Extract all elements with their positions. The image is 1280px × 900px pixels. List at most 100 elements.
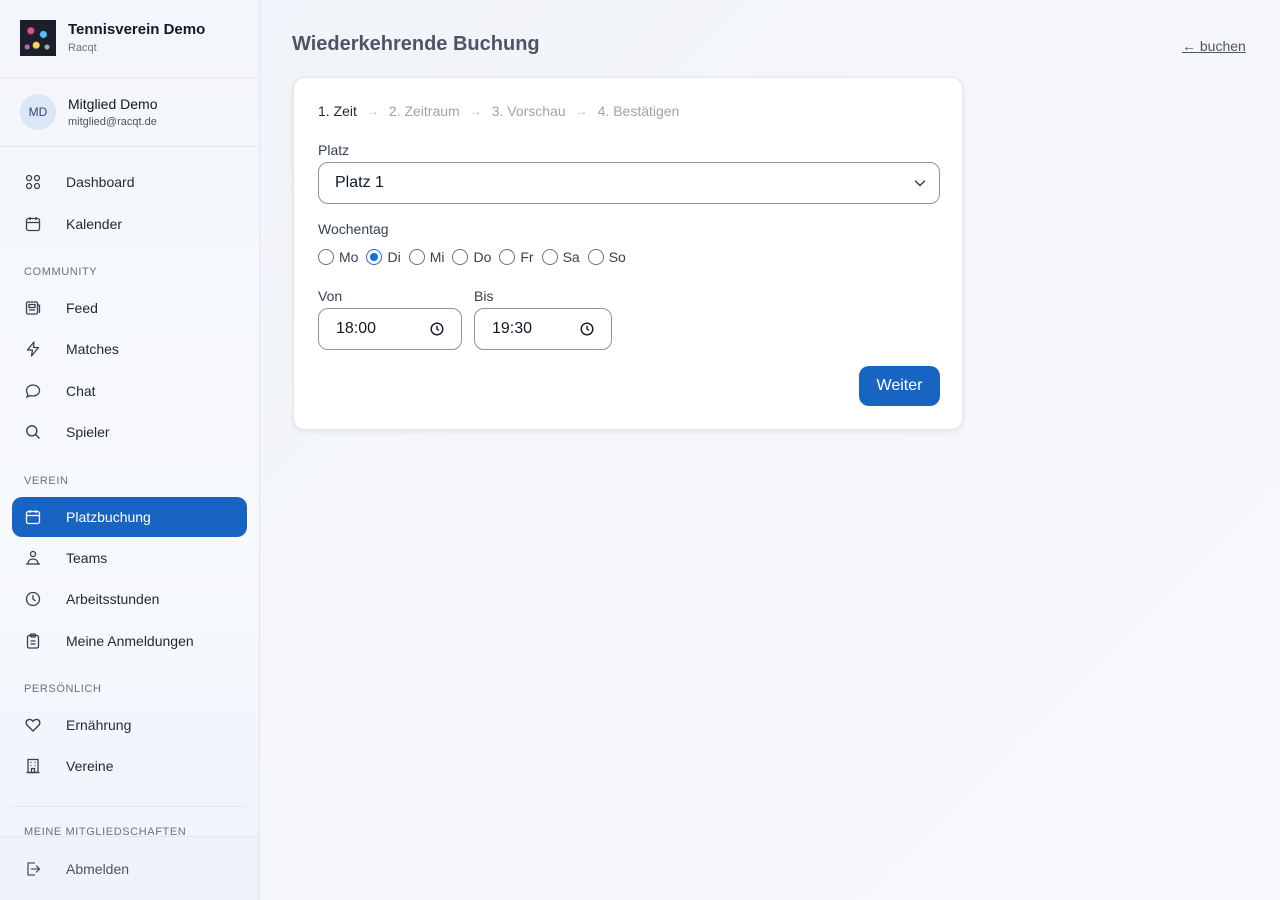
sidebar-item-label: Platzbuchung — [66, 509, 151, 525]
section-label-community: COMMUNITY — [24, 266, 98, 278]
sidebar-item-registrations[interactable]: Meine Anmeldungen — [12, 621, 247, 661]
sidebar-item-players[interactable]: Spieler — [12, 412, 247, 452]
radio-button[interactable] — [587, 249, 604, 265]
weekday-option-label: Sa — [562, 249, 580, 265]
radio-button[interactable] — [318, 249, 334, 265]
radio-button[interactable] — [366, 249, 383, 265]
team-icon — [24, 549, 42, 567]
sidebar-item-label: Spieler — [66, 424, 110, 440]
weekday-option-label: Mo — [339, 249, 359, 265]
sidebar-item-label: Vereine — [66, 758, 114, 774]
weekday-option-label: So — [608, 249, 626, 265]
logout-area: Abmelden — [0, 836, 259, 900]
user-email: mitglied@racqt.de — [68, 116, 157, 128]
back-to-booking-link[interactable]: ← buchen — [1182, 38, 1246, 54]
weekday-option-so[interactable]: So — [587, 249, 626, 265]
search-icon — [24, 423, 42, 441]
weekday-option-mi[interactable]: Mi — [408, 249, 445, 265]
section-label-club: VEREIN — [24, 475, 69, 487]
weekday-option-do[interactable]: Do — [452, 249, 491, 265]
weekday-option-fr[interactable]: Fr — [499, 249, 534, 265]
sidebar-item-label: Dashboard — [66, 174, 135, 190]
next-button[interactable]: Weiter — [859, 366, 940, 406]
sidebar-item-label: Meine Anmeldungen — [66, 633, 194, 649]
sidebar-item-court-booking[interactable]: Platzbuchung — [12, 497, 247, 537]
weekday-option-sa[interactable]: Sa — [541, 249, 580, 265]
building-icon — [24, 757, 42, 775]
arrow-right-icon: → — [366, 104, 379, 118]
page-title: Wiederkehrende Buchung — [292, 33, 540, 55]
to-label: Bis — [474, 288, 494, 304]
weekday-radio-group: Mo Di Mi Do Fr Sa So — [318, 249, 634, 265]
radio-button[interactable] — [541, 249, 558, 265]
sidebar-item-label: Teams — [66, 550, 108, 566]
from-time-value: 18:00 — [336, 320, 377, 337]
weekday-label: Wochentag — [318, 221, 389, 237]
clock-icon — [24, 590, 42, 608]
weekday-option-label: Di — [387, 249, 401, 265]
calendar-icon — [24, 508, 42, 526]
weekday-option-di[interactable]: Di — [366, 249, 401, 265]
sidebar-item-label: Arbeitsstunden — [66, 591, 160, 607]
weekday-option-label: Mi — [429, 249, 445, 265]
sidebar-item-label: Abmelden — [66, 861, 130, 877]
club-logo — [20, 20, 56, 56]
weekday-option-label: Fr — [520, 249, 534, 265]
heart-icon — [24, 716, 42, 734]
user-profile[interactable]: MD Mitglied Demo mitglied@racqt.de — [0, 78, 259, 147]
user-name: Mitglied Demo — [68, 96, 158, 112]
avatar: MD — [20, 94, 56, 130]
court-select[interactable]: Platz 1 — [318, 162, 940, 204]
logout-button[interactable]: Abmelden — [12, 849, 247, 889]
chevron-down-icon — [913, 176, 927, 195]
divider — [12, 806, 246, 807]
sidebar-item-chat[interactable]: Chat — [12, 371, 247, 411]
to-time-value: 19:30 — [492, 320, 533, 337]
weekday-option-label: Do — [473, 249, 492, 265]
club-name: Tennisverein Demo — [68, 21, 206, 38]
from-time-input[interactable]: 18:00 — [318, 308, 462, 350]
sidebar-item-label: Ernährung — [66, 717, 132, 733]
step-time: 1. Zeit — [318, 103, 357, 119]
lightning-icon — [24, 340, 42, 358]
clock-icon[interactable] — [580, 322, 594, 341]
sidebar-item-label: Chat — [66, 383, 96, 399]
to-time-input[interactable]: 19:30 — [474, 308, 612, 350]
logout-icon — [24, 860, 42, 878]
radio-button[interactable] — [452, 249, 469, 265]
sidebar-item-label: Kalender — [66, 216, 123, 232]
from-label: Von — [318, 288, 343, 304]
sidebar-item-work-hours[interactable]: Arbeitsstunden — [12, 579, 247, 619]
sidebar-item-teams[interactable]: Teams — [12, 538, 247, 578]
step-preview: 3. Vorschau — [491, 103, 566, 119]
club-header[interactable]: Tennisverein Demo Racqt — [0, 0, 259, 78]
sidebar-item-nutrition[interactable]: Ernährung — [12, 705, 247, 745]
sidebar-item-calendar[interactable]: Kalender — [12, 204, 247, 244]
sidebar-item-label: Feed — [66, 300, 98, 316]
sidebar-item-dashboard[interactable]: Dashboard — [12, 162, 247, 202]
radio-button[interactable] — [408, 249, 425, 265]
court-select-value: Platz 1 — [335, 174, 384, 191]
clock-icon[interactable] — [430, 322, 444, 341]
sidebar-item-matches[interactable]: Matches — [12, 329, 247, 369]
sidebar: Tennisverein Demo Racqt MD Mitglied Demo… — [0, 0, 260, 900]
sidebar-item-feed[interactable]: Feed — [12, 288, 247, 328]
club-subtitle: Racqt — [68, 42, 97, 54]
arrow-right-icon: → — [575, 104, 588, 118]
weekday-option-mo[interactable]: Mo — [318, 249, 358, 265]
clipboard-icon — [24, 632, 42, 650]
radio-button[interactable] — [499, 249, 516, 265]
grid-icon — [24, 173, 42, 191]
newspaper-icon — [24, 299, 42, 317]
wizard-steps: 1. Zeit → 2. Zeitraum → 3. Vorschau → 4.… — [318, 103, 679, 119]
step-period: 2. Zeitraum — [388, 103, 460, 119]
sidebar-item-label: Matches — [66, 341, 119, 357]
calendar-icon — [24, 215, 42, 233]
step-confirm: 4. Bestätigen — [597, 103, 680, 119]
sidebar-item-clubs[interactable]: Vereine — [12, 746, 247, 786]
section-label-personal: PERSÖNLICH — [24, 683, 102, 695]
court-label: Platz — [318, 142, 350, 158]
chat-bubble-icon — [24, 382, 42, 400]
arrow-right-icon: → — [469, 104, 482, 118]
recurring-booking-card: 1. Zeit → 2. Zeitraum → 3. Vorschau → 4.… — [293, 77, 963, 430]
